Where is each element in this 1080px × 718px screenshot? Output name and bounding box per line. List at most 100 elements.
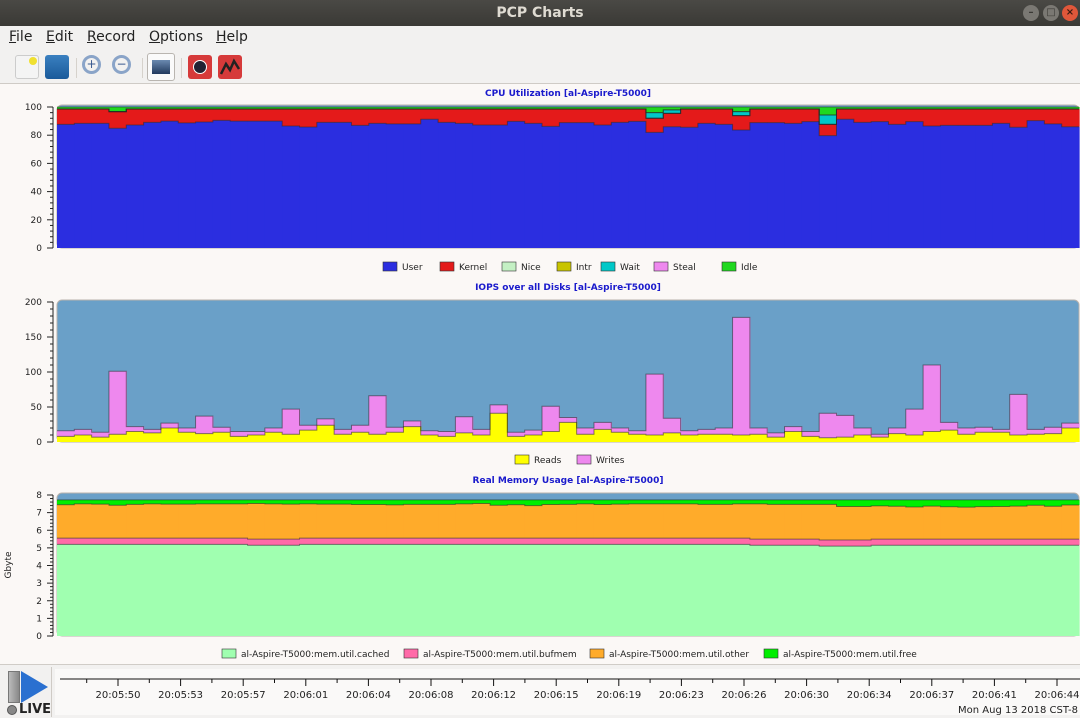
bar-segment-user (1044, 123, 1063, 248)
y-axis-label: Gbyte (4, 551, 14, 579)
bar-segment-al-aspire-t5000-mem-util-bufmem (1044, 539, 1063, 546)
bar-segment-al-aspire-t5000-mem-util-bufmem (108, 538, 127, 545)
bar-segment-al-aspire-t5000-mem-util-bufmem (663, 538, 682, 545)
bar-segment-al-aspire-t5000-mem-util-free (1009, 499, 1028, 507)
bar-segment-wait (663, 109, 682, 114)
bar-segment-writes (715, 428, 734, 435)
bar-segment-writes (957, 428, 976, 435)
bar-segment-al-aspire-t5000-mem-util-other (784, 504, 803, 540)
legend-label[interactable]: Steal (673, 263, 696, 273)
bar-segment-reads (334, 434, 353, 442)
bar-segment-al-aspire-t5000-mem-util-cached (628, 544, 647, 636)
time-axis[interactable]: 20:05:50 20:05:53 20:05:57 20:06:01 20:06:04… (55, 669, 1080, 716)
y-tick-label: 7 (36, 509, 42, 519)
bar-segment-al-aspire-t5000-mem-util-cached (143, 544, 162, 636)
bar-segment-writes (490, 404, 508, 414)
legend-label[interactable]: Nice (521, 263, 541, 273)
legend-label[interactable]: al-Aspire-T5000:mem.util.other (609, 650, 749, 660)
bar-segment-kernel (455, 108, 474, 124)
bar-segment-al-aspire-t5000-mem-util-other (836, 506, 855, 540)
legend-label[interactable]: Writes (596, 456, 625, 466)
legend-label[interactable]: User (402, 263, 423, 273)
bar-segment-al-aspire-t5000-mem-util-other (299, 503, 318, 539)
bar-segment-al-aspire-t5000-mem-util-other (230, 503, 249, 539)
bar-segment-al-aspire-t5000-mem-util-bufmem (888, 539, 907, 546)
bar-segment-reads (715, 434, 734, 442)
chart-2: Real Memory Usage [al-Aspire-T5000] 0 1 2 3 4… (4, 476, 1080, 660)
bar-segment-al-aspire-t5000-mem-util-cached (282, 545, 301, 636)
bar-segment-al-aspire-t5000-mem-util-free (871, 499, 890, 506)
legend-label[interactable]: Wait (620, 263, 640, 273)
legend-label[interactable]: Intr (576, 263, 592, 273)
bar-segment-al-aspire-t5000-mem-util-other (888, 506, 907, 540)
bar-segment-writes (611, 428, 630, 433)
bar-segment-al-aspire-t5000-mem-util-other (975, 506, 993, 540)
bar-segment-user (732, 129, 751, 248)
bar-segment-al-aspire-t5000-mem-util-cached (923, 545, 942, 636)
bar-segment-al-aspire-t5000-mem-util-other (472, 503, 491, 539)
bar-segment-al-aspire-t5000-mem-util-free (819, 499, 838, 505)
bar-segment-user (767, 122, 786, 248)
bar-segment-al-aspire-t5000-mem-util-other (438, 504, 457, 539)
live-bar-icon (8, 671, 20, 703)
play-icon (21, 671, 48, 703)
bar-segment-al-aspire-t5000-mem-util-cached (992, 545, 1011, 636)
bar-segment-reads (472, 435, 491, 442)
bar-segment-user (472, 125, 491, 248)
legend-swatch (514, 454, 530, 465)
bar-segment-user (888, 124, 907, 248)
bar-segment-al-aspire-t5000-mem-util-free (645, 499, 664, 504)
legend-label[interactable]: Idle (741, 263, 758, 273)
bar-segment-al-aspire-t5000-mem-util-bufmem (992, 539, 1011, 546)
bar-segment-kernel (749, 108, 768, 123)
bar-segment-reads (524, 435, 543, 442)
bar-segment-writes (108, 371, 127, 435)
bar-segment-al-aspire-t5000-mem-util-cached (334, 544, 353, 636)
bar-segment-reads (247, 435, 266, 442)
bar-segment-al-aspire-t5000-mem-util-free (975, 499, 993, 507)
bar-segment-al-aspire-t5000-mem-util-free (801, 499, 820, 505)
bar-segment-kernel (663, 113, 682, 127)
bar-segment-al-aspire-t5000-mem-util-other (351, 504, 370, 539)
bar-segment-user (819, 135, 838, 248)
legend-swatch (501, 261, 517, 272)
bar-segment-al-aspire-t5000-mem-util-cached (749, 545, 768, 636)
bar-segment-al-aspire-t5000-mem-util-free (351, 499, 370, 505)
bar-segment-al-aspire-t5000-mem-util-bufmem (74, 538, 93, 545)
legend-label[interactable]: al-Aspire-T5000:mem.util.bufmem (423, 650, 577, 660)
bar-segment-reads (663, 432, 682, 442)
bar-segment-al-aspire-t5000-mem-util-other (74, 503, 93, 539)
bar-segment-writes (230, 431, 249, 437)
bar-segment-writes (403, 421, 422, 427)
bar-segment-al-aspire-t5000-mem-util-cached (1009, 545, 1028, 636)
bar-segment-reads (368, 434, 387, 442)
bar-segment-idle (732, 107, 751, 112)
legend-label[interactable]: Reads (534, 456, 562, 466)
time-tick-label: 20:06:04 (345, 690, 391, 701)
bar-segment-reads (126, 431, 145, 442)
bar-segment-user (299, 127, 318, 248)
bar-segment-al-aspire-t5000-mem-util-bufmem (264, 539, 283, 546)
live-button[interactable]: LIVE (2, 667, 52, 717)
timeline-panel: LIVE 20:05:50 20:05:53 20:05:57 20:06:01 20:… (0, 664, 1080, 718)
time-tick-label: 20:06:41 (971, 690, 1017, 701)
legend-label[interactable]: Kernel (459, 263, 487, 273)
bar-segment-al-aspire-t5000-mem-util-bufmem (126, 538, 145, 545)
bar-segment-writes (91, 432, 110, 438)
bar-segment-al-aspire-t5000-mem-util-cached (784, 545, 803, 636)
legend-label[interactable]: al-Aspire-T5000:mem.util.free (783, 650, 917, 660)
legend-label[interactable]: al-Aspire-T5000:mem.util.cached (241, 650, 389, 660)
bar-segment-al-aspire-t5000-mem-util-cached (715, 544, 734, 636)
bar-segment-al-aspire-t5000-mem-util-bufmem (801, 539, 820, 546)
bar-segment-kernel (957, 108, 976, 126)
y-tick-label: 40 (31, 188, 43, 198)
bar-segment-kernel (74, 108, 93, 124)
bar-segment-al-aspire-t5000-mem-util-free (663, 499, 682, 504)
bar-segment-kernel (628, 108, 647, 122)
bar-segment-reads (957, 434, 976, 442)
bar-segment-al-aspire-t5000-mem-util-other (57, 504, 75, 539)
legend-swatch (600, 261, 616, 272)
bar-segment-reads (593, 429, 612, 442)
chart-0: CPU Utilization [al-Aspire-T5000] 0 20 40 60… (25, 89, 1080, 273)
bar-segment-writes (940, 422, 959, 431)
